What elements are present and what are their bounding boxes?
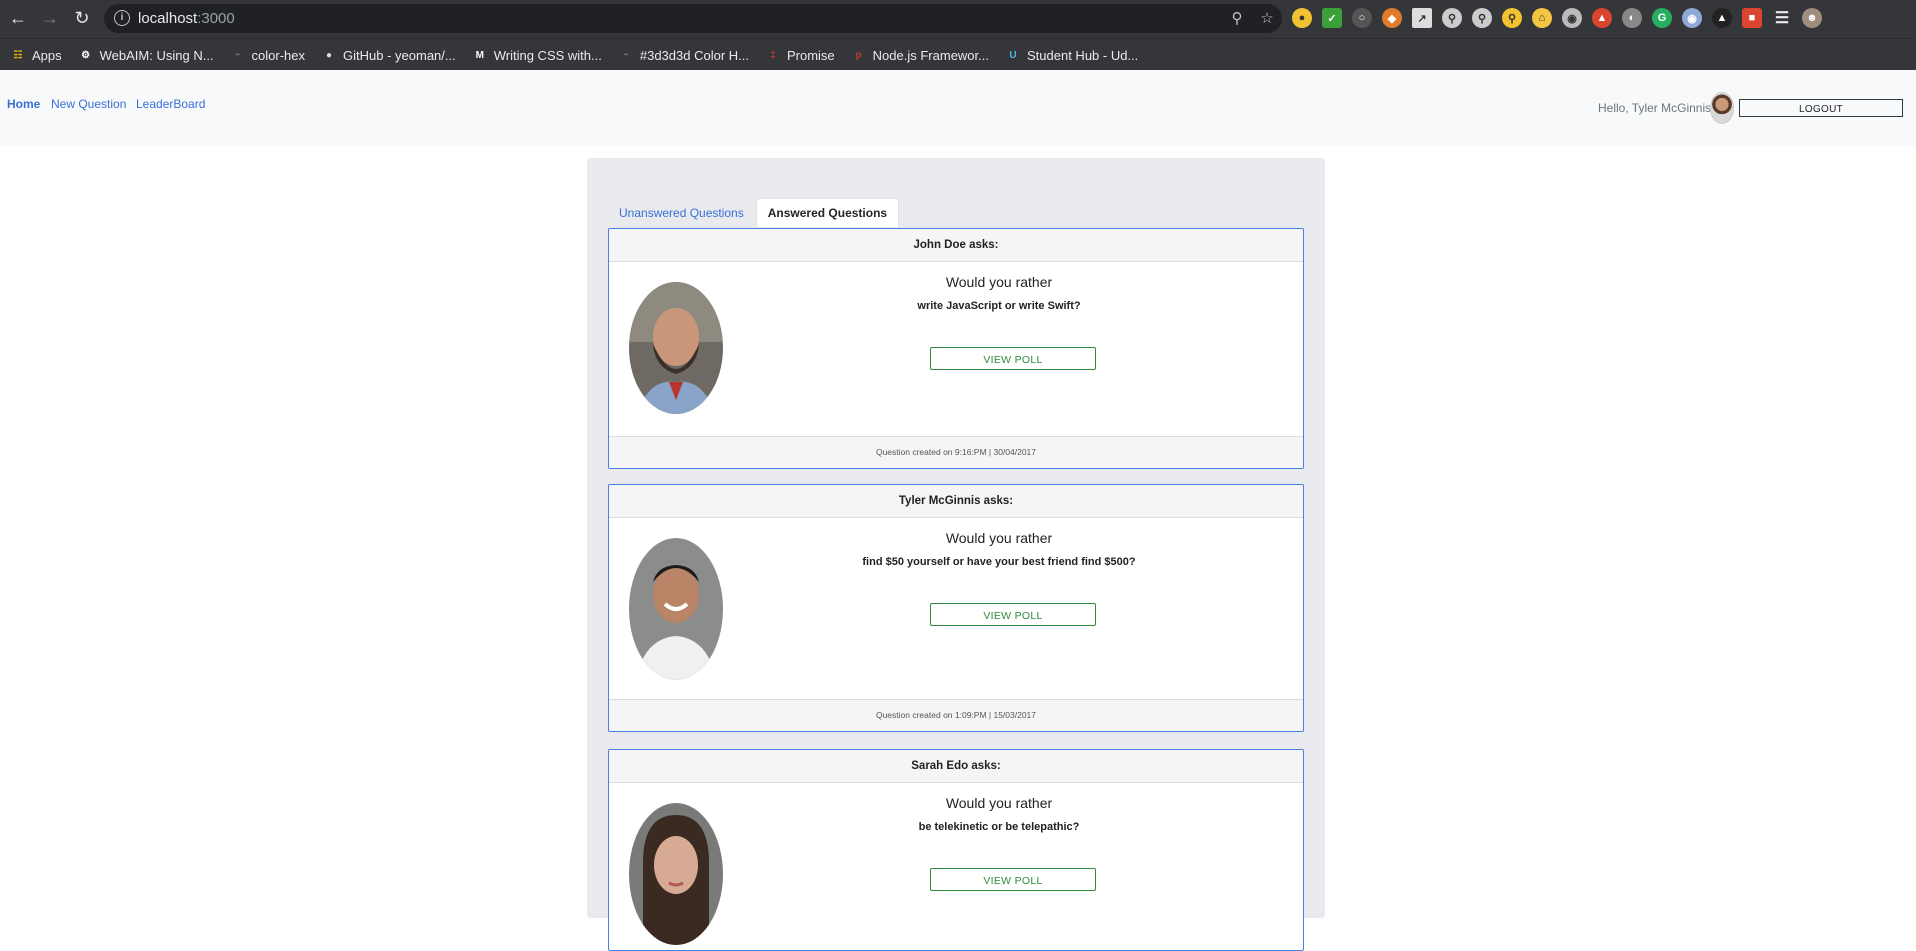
bookmark-item[interactable]: ⚙ WebAIM: Using N... [78,47,214,63]
extension-icon[interactable]: ○ [1352,8,1372,28]
zoom-icon[interactable]: ⚲ [1228,10,1246,28]
user-avatar [1710,92,1734,124]
search-extension-icon[interactable]: ⚲ [1442,8,1462,28]
site-info-icon[interactable]: i [114,10,130,26]
bookmark-label: WebAIM: Using N... [99,47,214,63]
extension-icon[interactable]: ◉ [1562,8,1582,28]
extension-icon[interactable]: ▲ [1592,8,1612,28]
question-options: be telekinetic or be telepathic? [918,821,1080,833]
chart-extension-icon[interactable]: ↗ [1412,8,1432,28]
view-poll-button[interactable]: VIEW POLL [930,603,1096,626]
question-created-footer: Question created on 9:16:PM | 30/04/2017 [609,436,1303,468]
author-avatar [629,803,723,945]
bookmark-label: color-hex [251,47,306,63]
address-bar[interactable]: i localhost:3000 ⚲ ☆ [104,4,1282,33]
color-hex-icon: ⁃ [235,49,241,61]
pinterest-icon: p [855,49,862,61]
reload-icon[interactable]: ↻ [70,6,94,30]
bookmarks-bar: ☷ Apps ⚙ WebAIM: Using N... ⁃ color-hex ● GitHu… [0,38,1916,71]
bookmark-item[interactable]: ● GitHub - yeoman/... [321,47,456,63]
question-author-header: John Doe asks: [609,229,1303,262]
bookmark-item[interactable]: p Node.js Framewor... [851,47,989,63]
question-options: find $50 yourself or have your best frie… [862,556,1136,568]
profile-avatar-icon[interactable]: ☻ [1802,8,1822,28]
apps-grid-icon: ☷ [13,49,23,61]
metamask-icon[interactable]: ◆ [1382,8,1402,28]
dark-mode-icon[interactable]: ◐ [1622,8,1642,28]
nav-home-link[interactable]: Home [7,97,40,111]
question-options: write JavaScript or write Swift? [917,300,1081,312]
extension-icon[interactable]: ■ [1742,8,1762,28]
github-icon: ● [325,49,333,61]
checkmark-extension-icon[interactable]: ✓ [1322,8,1342,28]
view-poll-button[interactable]: VIEW POLL [930,347,1096,370]
question-created-footer: Question created on 1:09:PM | 15/03/2017 [609,699,1303,731]
extension-icon[interactable]: ● [1292,8,1312,28]
bookmark-item[interactable]: ⁃ color-hex [230,47,305,63]
bookmark-item[interactable]: U Student Hub - Ud... [1005,47,1138,63]
bookmark-label: GitHub - yeoman/... [343,47,456,63]
home-extension-icon[interactable]: ⌂ [1532,8,1552,28]
nav-new-question-link[interactable]: New Question [51,97,126,111]
bookmark-item[interactable]: M Writing CSS with... [472,47,602,63]
color-hex-icon: ⁃ [623,49,629,61]
would-you-rather-heading: Would you rather [945,795,1053,811]
tab-unanswered-questions[interactable]: Unanswered Questions [607,198,756,227]
browser-toolbar: ← → ↻ i localhost:3000 ⚲ ☆ ● ✓ ○ ◆ ↗ ⚲ ⚲… [0,0,1916,38]
extension-icon[interactable]: ◉ [1682,8,1702,28]
question-author-header: Sarah Edo asks: [609,750,1303,783]
bookmark-item[interactable]: ☷ Apps [10,47,62,63]
bookmark-label: #3d3d3d Color H... [639,47,749,63]
forward-arrow-icon[interactable]: → [38,6,62,30]
author-avatar [629,538,723,680]
question-card: Sarah Edo asks: Would you rather be tele… [608,749,1304,951]
bookmark-label: Apps [32,47,62,63]
bookmark-item[interactable]: ‡ Promise [765,47,835,63]
app-navbar: Home New Question LeaderBoard Hello, Tyl… [0,70,1916,146]
search-extension-icon[interactable]: ⚲ [1472,8,1492,28]
logout-button[interactable]: LOGOUT [1739,99,1903,117]
reading-list-icon[interactable]: ☰ [1772,8,1792,28]
grammarly-icon[interactable]: G [1652,8,1672,28]
author-avatar [629,282,723,414]
bookmark-label: Writing CSS with... [493,47,602,63]
bookmark-star-icon[interactable]: ☆ [1258,10,1276,28]
search-extension-icon[interactable]: ⚲ [1502,8,1522,28]
user-greeting: Hello, Tyler McGinnis [1598,101,1712,115]
graduation-cap-icon[interactable]: ▲ [1712,8,1732,28]
tab-answered-questions[interactable]: Answered Questions [755,198,900,227]
question-tabs: Unanswered Questions Answered Questions [607,198,900,227]
bookmark-label: Student Hub - Ud... [1027,47,1139,63]
bookmark-label: Node.js Framewor... [872,47,989,63]
medium-icon: M [475,49,484,61]
url-text[interactable]: localhost:3000 [138,10,235,27]
promise-icon: ‡ [770,49,776,61]
webaim-icon: ⚙ [81,49,91,61]
extensions-bar: ● ✓ ○ ◆ ↗ ⚲ ⚲ ⚲ ⌂ ◉ ▲ ◐ G ◉ ▲ ■ ☰ ☻ [1292,8,1822,30]
view-poll-button[interactable]: VIEW POLL [930,868,1096,891]
questions-panel: Unanswered Questions Answered Questions … [587,158,1325,951]
would-you-rather-heading: Would you rather [945,274,1053,290]
bookmark-item[interactable]: ⁃ #3d3d3d Color H... [618,47,749,63]
udacity-icon: U [1009,49,1017,61]
would-you-rather-heading: Would you rather [945,530,1053,546]
question-card: John Doe asks: Would you rather write Ja… [608,228,1304,469]
bookmark-label: Promise [786,47,835,63]
back-arrow-icon[interactable]: ← [6,6,30,30]
nav-leaderboard-link[interactable]: LeaderBoard [136,97,205,111]
question-card: Tyler McGinnis asks: Would you rather fi… [608,484,1304,732]
question-author-header: Tyler McGinnis asks: [609,485,1303,518]
